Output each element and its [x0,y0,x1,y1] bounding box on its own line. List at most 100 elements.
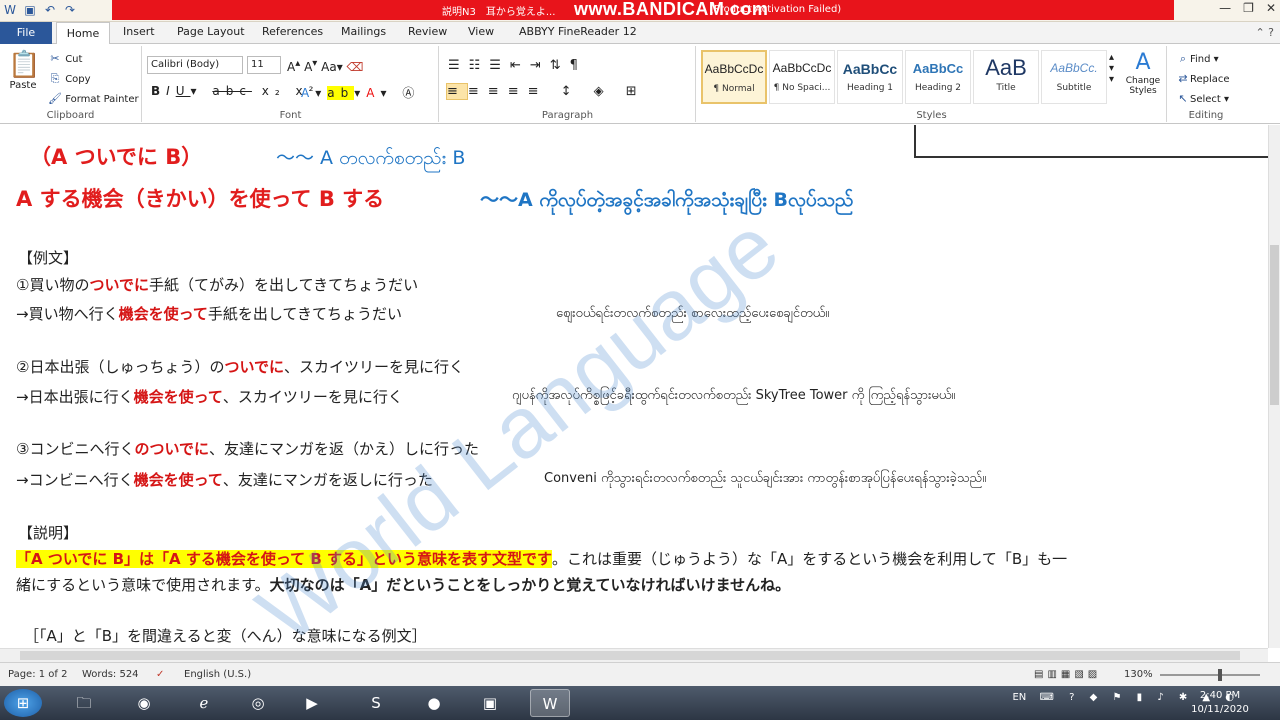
vertical-scrollbar[interactable] [1268,125,1280,648]
format-painter-button[interactable]: 🖌 Format Painter [48,92,139,106]
title-bar: W ▣ ↶ ↷ 説明N3 耳から覚えよ... www.BANDICAM.com … [0,0,1280,22]
skype-icon[interactable]: S [356,689,396,717]
style-subtitle[interactable]: AaBbCc. Subtitle [1041,50,1107,104]
explanation-header: 【説明】 [18,524,79,542]
system-clock[interactable]: 2:40 PM 10/11/2020 [1190,689,1250,717]
list-buttons[interactable]: ☰☷☰⇤⇥⇅¶ [448,58,587,73]
find-button[interactable]: ⌕ Find ▾ [1176,52,1219,66]
document-title: 説明N3 耳から覚えよ... [442,7,556,18]
font-size-select[interactable]: 11 [247,56,281,74]
font-format-buttons[interactable]: BIU▾ abc x₂ x² [151,84,319,98]
explanation-line-1: 「A ついでに B」は「A する機会を使って B する」という意味を表す文型です… [16,550,1068,568]
tab-page-layout[interactable]: Page Layout [177,25,245,38]
zoom-level[interactable]: 130% [1124,669,1153,680]
explanation-highlight: 「A ついでに B」は「A する機会を使って B する」という意味を表す文型です [16,550,552,568]
document-canvas[interactable]: （A ついでに B） 〜〜 A တလက်စတည်း B A する機会（きかい）を… [0,125,1268,648]
view-mode-icons[interactable]: ▤▥▦▧▨ [1034,669,1101,680]
wrong-examples-header: ［「A」と「B」を間違えると変（へん）な意味になる例文］ [24,627,427,645]
minimize-icon[interactable]: — [1219,1,1231,15]
word-logo-icon: W [4,3,16,17]
style-heading-2[interactable]: AaBbCc Heading 2 [905,50,971,104]
word-count[interactable]: Words: 524 [82,669,139,680]
pattern-heading-2: A する機会（きかい）を使って B する [16,187,385,211]
explanation-line-2: 緒にするという意味で使用されます。大切なのは「A」だということをしっかりと覚えて… [16,576,791,594]
cut-button[interactable]: ✂ Cut [48,52,82,66]
grow-font-button[interactable]: A▴ A▾ Aa▾ ⌫ [287,58,364,74]
styles-group: AaBbCcDc ¶ Normal AaBbCcDc ¶ No Spaci...… [697,46,1167,122]
select-button[interactable]: ↖ Select ▾ [1176,92,1229,106]
alignment-buttons[interactable]: ≡≡≡≡≡ ↕ ◈ ⊞ [446,83,646,100]
window-controls: — ❐ ✕ [1219,1,1276,15]
pattern-heading-2-translation: 〜〜A ကိုလုပ်တဲ့အခွင့်အခါကိုအသုံးချပြီး Bလ… [480,189,854,211]
replace-icon: ⇄ [1178,72,1188,85]
example-2b-translation: ဂျပန်ကိုအလုပ်ကိစ္စဖြင့်ခရီးထွက်ရင်းတလက်စ… [512,388,956,403]
tab-mailings[interactable]: Mailings [341,25,386,38]
word-taskbar-icon[interactable]: W [530,689,570,717]
firefox-icon[interactable]: ◉ [124,689,164,717]
cursor-icon: ↖ [1178,92,1188,105]
zoom-app-icon[interactable]: ▶ [292,689,332,717]
tab-review[interactable]: Review [408,25,447,38]
paste-button[interactable]: 📋 Paste [8,50,41,91]
editing-group: ⌕ Find ▾ ⇄ Replace ↖ Select ▾ Editing [1168,46,1244,122]
language-indicator[interactable]: English (U.S.) [184,669,251,680]
replace-button[interactable]: ⇄ Replace [1176,72,1229,86]
chrome-icon[interactable]: ◎ [238,689,278,717]
zoom-slider-knob[interactable] [1218,669,1222,681]
example-2a: ②日本出張（しゅっちょう）のついでに、スカイツリーを見に行く [16,358,465,376]
tab-file[interactable]: File [0,22,52,44]
tab-view[interactable]: View [468,25,494,38]
undo-icon[interactable]: ↶ [42,2,58,18]
tab-home[interactable]: Home [56,22,110,45]
paragraph-group: ☰☷☰⇤⇥⇅¶ ≡≡≡≡≡ ↕ ◈ ⊞ Paragraph [440,46,696,122]
save-icon[interactable]: ▣ [22,2,38,18]
example-1a: ①買い物のついでに手紙（てがみ）を出してきてちょうだい [16,276,419,294]
scissors-icon: ✂ [50,52,60,65]
vertical-scroll-thumb[interactable] [1270,245,1279,405]
pattern-heading-1-translation: 〜〜 A တလက်စတည်း B [276,147,466,169]
example-1b-translation: ဈေးဝယ်ရင်းတလက်စတည်း စာလေးထည့်ပေးစေချင်တယ… [556,306,830,321]
styles-scroll-icon[interactable]: ▴ ▾ ▾ [1109,52,1114,85]
redo-icon[interactable]: ↷ [62,2,78,18]
horizontal-scroll-thumb[interactable] [20,651,1240,660]
tab-insert[interactable]: Insert [123,25,155,38]
maximize-icon[interactable]: ❐ [1243,1,1254,15]
page-count[interactable]: Page: 1 of 2 [8,669,67,680]
clipboard-icon: 📋 [8,50,41,80]
inserted-frame [914,125,1268,158]
change-styles-button[interactable]: A Change Styles [1123,50,1163,96]
horizontal-scrollbar[interactable] [0,648,1268,662]
example-3b: →コンビニへ行く機会を使って、友達にマンガを返しに行った [16,471,433,489]
tab-references[interactable]: References [262,25,323,38]
help-icon[interactable]: ⌃ ? [1255,26,1274,39]
copy-icon: ⎘ [50,72,60,85]
photos-icon[interactable]: ▣ [470,689,510,717]
example-header: 【例文】 [18,249,79,267]
start-button[interactable]: ⊞ [4,689,42,717]
example-2b: →日本出張に行く機会を使って、スカイツリーを見に行く [16,388,403,406]
style-title[interactable]: AaB Title [973,50,1039,104]
bandicam-icon[interactable]: ● [414,689,454,717]
activation-note: (Product Activation Failed) [710,4,842,15]
bandicam-banner: 説明N3 耳から覚えよ... www.BANDICAM.com (Product… [112,0,1174,20]
pattern-heading-1: （A ついでに B） [30,145,203,169]
copy-button[interactable]: ⎘ Copy [48,72,91,86]
file-explorer-icon[interactable]: 🗀 [64,689,104,717]
style-no-spacing[interactable]: AaBbCcDc ¶ No Spaci... [769,50,835,104]
text-effect-buttons[interactable]: A▾ab▾A▾ Ⓐ [301,84,420,101]
input-language[interactable]: EN [1012,692,1026,703]
paragraph-label: Paragraph [541,110,594,121]
proofing-icon[interactable]: ✓ [156,669,164,680]
zoom-slider[interactable] [1160,674,1260,676]
font-family-select[interactable]: Calibri (Body) [147,56,243,74]
tab-abbyy[interactable]: ABBYY FineReader 12 [519,25,637,38]
internet-explorer-icon[interactable]: ℯ [184,689,224,717]
style-normal[interactable]: AaBbCcDc ¶ Normal [701,50,767,104]
close-icon[interactable]: ✕ [1266,1,1276,15]
editing-label: Editing [1188,110,1224,121]
brush-icon: 🖌 [48,92,62,105]
binoculars-icon: ⌕ [1179,52,1187,65]
style-heading-1[interactable]: AaBbCc Heading 1 [837,50,903,104]
font-group: Calibri (Body) 11 A▴ A▾ Aa▾ ⌫ BIU▾ abc x… [143,46,439,122]
styles-label: Styles [916,110,947,121]
